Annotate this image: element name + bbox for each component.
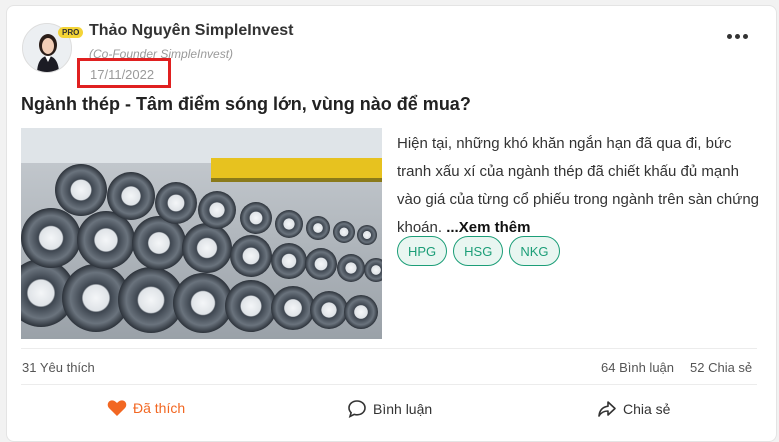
share-button[interactable]: Chia sẻ <box>597 399 670 419</box>
comments-count[interactable]: 64 Bình luận <box>601 360 674 375</box>
author-name[interactable]: Thảo Nguyên SimpleInvest <box>89 22 293 40</box>
comment-bubble-icon <box>348 400 366 419</box>
author-avatar[interactable]: PRO <box>22 23 84 73</box>
share-label: Chia sẻ <box>623 401 671 417</box>
comment-label: Bình luận <box>373 401 433 417</box>
dot-icon <box>742 33 748 39</box>
comment-button[interactable]: Bình luận <box>347 399 432 419</box>
post-date: 17/11/2022 <box>77 58 171 88</box>
divider <box>21 348 757 349</box>
post-title[interactable]: Ngành thép - Tâm điểm sóng lớn, vùng nào… <box>21 94 471 115</box>
tag-hpg[interactable]: HPG <box>397 236 448 266</box>
read-more-link[interactable]: ...Xem thêm <box>446 219 530 236</box>
shares-count[interactable]: 52 Chia sẻ <box>690 360 752 375</box>
stock-tags: HPG HSG NKG <box>397 236 560 266</box>
like-label: Đã thích <box>133 400 186 416</box>
post-excerpt: Hiện tại, những khó khăn ngắn hạn đã qua… <box>397 130 762 242</box>
likes-count[interactable]: 31 Yêu thích <box>22 360 95 375</box>
tag-nkg[interactable]: NKG <box>509 236 560 266</box>
pro-badge: PRO <box>58 27 84 38</box>
like-button[interactable]: Đã thích <box>107 399 185 417</box>
share-arrow-icon <box>598 401 616 417</box>
more-options-button[interactable] <box>723 26 751 46</box>
post-image[interactable] <box>21 128 382 339</box>
heart-icon <box>107 400 127 416</box>
steel-coils-image <box>21 128 382 339</box>
tag-hsg[interactable]: HSG <box>453 236 504 266</box>
post-card: PRO Thảo Nguyên SimpleInvest (Co-Founder… <box>6 5 777 442</box>
dot-icon <box>734 33 740 39</box>
dot-icon <box>726 33 732 39</box>
divider <box>21 384 757 385</box>
